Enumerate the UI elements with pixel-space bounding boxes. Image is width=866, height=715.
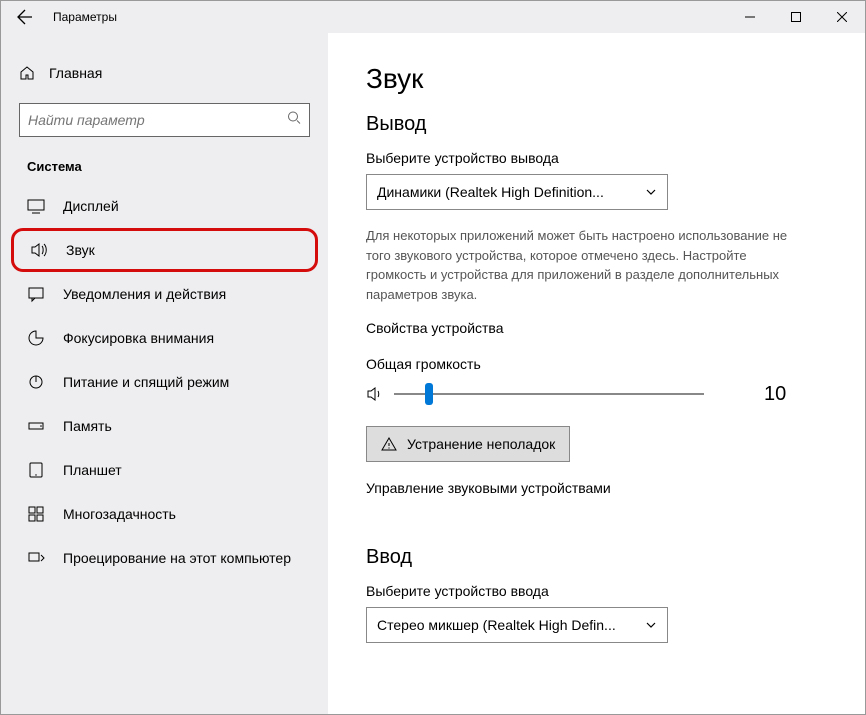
minimize-icon	[745, 12, 755, 22]
notification-icon	[27, 285, 45, 303]
home-icon	[19, 65, 35, 81]
device-properties-link[interactable]: Свойства устройства	[366, 320, 827, 336]
nav: Дисплей Звук Уведомления и действия Фоку…	[11, 184, 318, 580]
sound-icon	[30, 241, 48, 259]
storage-icon	[27, 417, 45, 435]
main-panel: Звук Вывод Выберите устройство вывода Ди…	[328, 33, 865, 714]
close-button[interactable]	[819, 1, 865, 33]
volume-slider-row: 10	[366, 380, 827, 408]
sidebar-item-label: Звук	[66, 242, 95, 258]
input-device-select[interactable]: Стерео микшер (Realtek High Defin...	[366, 607, 668, 643]
back-arrow-icon	[17, 9, 33, 25]
search-input[interactable]	[28, 112, 279, 128]
minimize-button[interactable]	[727, 1, 773, 33]
input-device-label: Выберите устройство ввода	[366, 583, 827, 599]
sidebar-item-label: Уведомления и действия	[63, 286, 226, 302]
manage-devices-link[interactable]: Управление звуковыми устройствами	[366, 480, 827, 496]
slider-thumb[interactable]	[425, 383, 433, 405]
sidebar-item-label: Фокусировка внимания	[63, 330, 214, 346]
search-icon	[287, 111, 301, 130]
output-help-text: Для некоторых приложений может быть наст…	[366, 226, 796, 304]
input-device-value: Стерео микшер (Realtek High Defin...	[377, 617, 616, 633]
home-label: Главная	[49, 65, 102, 81]
chevron-down-icon	[645, 186, 657, 198]
slider-track-line	[394, 393, 704, 395]
output-device-value: Динамики (Realtek High Definition...	[377, 184, 604, 200]
maximize-button[interactable]	[773, 1, 819, 33]
input-heading: Ввод	[366, 546, 827, 569]
output-device-select[interactable]: Динамики (Realtek High Definition...	[366, 174, 668, 210]
sidebar-item-label: Память	[63, 418, 112, 434]
sidebar-item-label: Многозадачность	[63, 506, 176, 522]
sidebar-item-multitasking[interactable]: Многозадачность	[11, 492, 318, 536]
window-title: Параметры	[53, 10, 117, 24]
volume-value: 10	[764, 383, 786, 406]
volume-label: Общая громкость	[366, 356, 827, 372]
project-icon	[27, 549, 45, 567]
display-icon	[27, 197, 45, 215]
sidebar-item-sound[interactable]: Звук	[11, 228, 318, 272]
tablet-icon	[27, 461, 45, 479]
output-heading: Вывод	[366, 113, 827, 136]
back-button[interactable]	[9, 1, 41, 33]
multitasking-icon	[27, 505, 45, 523]
sidebar-item-projecting[interactable]: Проецирование на этот компьютер	[11, 536, 318, 580]
sidebar-item-label: Дисплей	[63, 198, 119, 214]
sidebar-item-tablet[interactable]: Планшет	[11, 448, 318, 492]
titlebar: Параметры	[1, 1, 865, 33]
sidebar-item-focus[interactable]: Фокусировка внимания	[11, 316, 318, 360]
output-device-label: Выберите устройство вывода	[366, 150, 827, 166]
sidebar-item-notifications[interactable]: Уведомления и действия	[11, 272, 318, 316]
sidebar-item-display[interactable]: Дисплей	[11, 184, 318, 228]
section-label: Система	[27, 159, 318, 174]
home-link[interactable]: Главная	[11, 53, 318, 93]
sidebar-item-label: Проецирование на этот компьютер	[63, 550, 291, 566]
warning-icon	[381, 436, 397, 452]
sidebar: Главная Система Дисплей Звук	[1, 33, 328, 714]
troubleshoot-button[interactable]: Устранение неполадок	[366, 426, 570, 462]
troubleshoot-label: Устранение неполадок	[407, 436, 555, 452]
close-icon	[837, 12, 847, 22]
page-title: Звук	[366, 63, 827, 95]
sidebar-item-storage[interactable]: Память	[11, 404, 318, 448]
power-icon	[27, 373, 45, 391]
volume-slider[interactable]	[394, 380, 704, 408]
maximize-icon	[791, 12, 801, 22]
settings-window: Параметры Главная	[0, 0, 866, 715]
speaker-icon	[366, 385, 384, 403]
chevron-down-icon	[645, 619, 657, 631]
window-controls	[727, 1, 865, 33]
sidebar-item-label: Питание и спящий режим	[63, 374, 229, 390]
focus-icon	[27, 329, 45, 347]
sidebar-item-power[interactable]: Питание и спящий режим	[11, 360, 318, 404]
body: Главная Система Дисплей Звук	[1, 33, 865, 714]
search-box[interactable]	[19, 103, 310, 137]
sidebar-item-label: Планшет	[63, 462, 122, 478]
